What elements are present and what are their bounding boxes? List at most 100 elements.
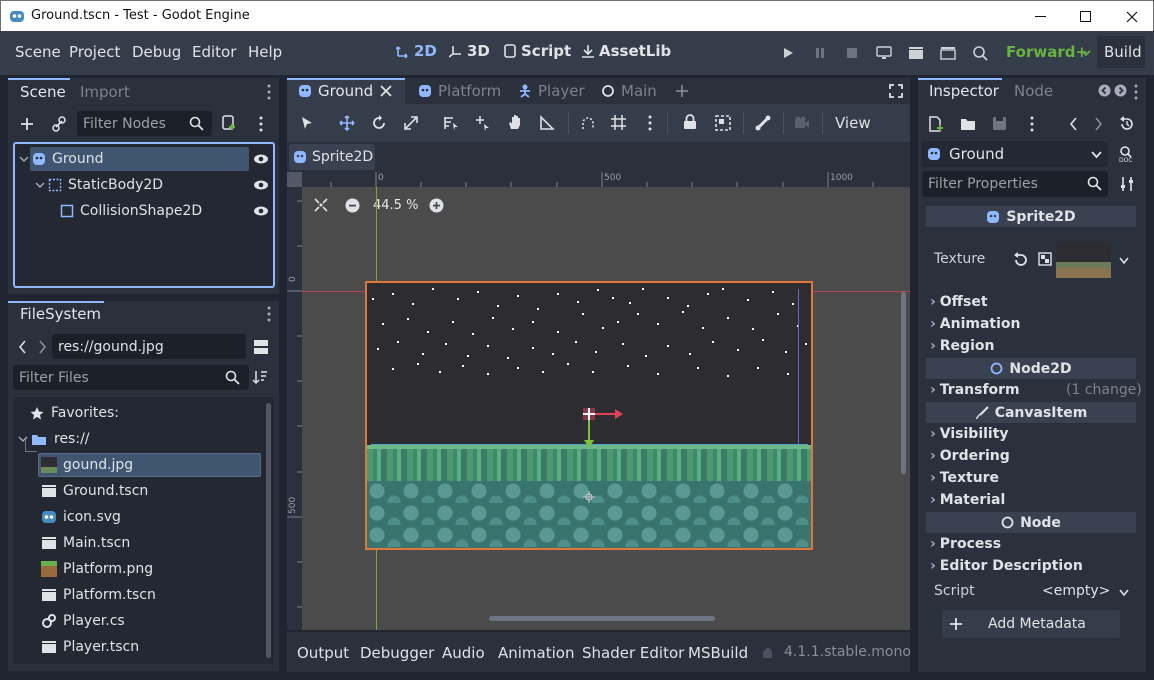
move-gizmo[interactable] bbox=[577, 402, 627, 452]
tree-node-ground[interactable]: Ground bbox=[15, 147, 273, 171]
group-offset[interactable]: Offset bbox=[930, 294, 988, 310]
camera-override-icon[interactable] bbox=[794, 116, 810, 130]
viewport-vscrollbar[interactable] bbox=[901, 292, 906, 474]
ruler-tool-icon[interactable] bbox=[539, 115, 555, 131]
file-item[interactable]: gound.jpg bbox=[13, 453, 133, 477]
favorites-row[interactable]: Favorites: bbox=[13, 401, 263, 425]
menu-scene[interactable]: Scene bbox=[15, 43, 61, 61]
object-selector[interactable]: Ground bbox=[922, 141, 1108, 167]
group-editor-description[interactable]: Editor Description bbox=[930, 558, 1083, 574]
file-item[interactable]: Player.cs bbox=[13, 609, 125, 633]
file-item[interactable]: Platform.tscn bbox=[13, 583, 156, 607]
filter-properties-input[interactable]: Filter Properties bbox=[922, 171, 1108, 197]
bottom-tab-animation[interactable]: Animation bbox=[498, 644, 574, 662]
tree-node-staticbody2d[interactable]: StaticBody2D bbox=[15, 173, 273, 197]
add-metadata-button[interactable]: Add Metadata bbox=[942, 610, 1120, 638]
zoom-out-icon[interactable] bbox=[345, 198, 360, 213]
tab-node[interactable]: Node bbox=[1014, 82, 1053, 100]
resource-menu-icon[interactable] bbox=[1030, 116, 1034, 132]
open-folder-icon[interactable] bbox=[960, 117, 976, 131]
visibility-eye-icon[interactable] bbox=[253, 205, 269, 217]
add-scene-tab-icon[interactable] bbox=[675, 84, 689, 98]
bottom-tab-audio[interactable]: Audio bbox=[442, 644, 485, 662]
file-list-scrollbar[interactable] bbox=[266, 403, 271, 658]
new-resource-icon[interactable] bbox=[928, 116, 944, 132]
tab-import[interactable]: Import bbox=[80, 83, 130, 101]
center-view-icon[interactable] bbox=[314, 198, 328, 212]
build-button[interactable]: Build bbox=[1104, 43, 1142, 61]
scene-tab-ground[interactable]: Ground bbox=[298, 82, 373, 100]
file-item[interactable]: icon.svg bbox=[13, 505, 121, 529]
file-item[interactable]: Ground.tscn bbox=[13, 479, 148, 503]
distraction-free-icon[interactable] bbox=[889, 84, 903, 98]
pause-button[interactable] bbox=[809, 43, 831, 63]
file-item[interactable]: Main.tscn bbox=[13, 531, 130, 555]
group-icon[interactable] bbox=[715, 115, 731, 131]
scene-tab-platform[interactable]: Platform bbox=[418, 82, 501, 100]
menu-editor[interactable]: Editor bbox=[192, 43, 236, 61]
script-value[interactable]: <empty> bbox=[1042, 583, 1110, 599]
chevron-down-icon[interactable] bbox=[1119, 589, 1129, 597]
pan-hand-icon[interactable] bbox=[507, 114, 523, 131]
bottom-tab-debugger[interactable]: Debugger bbox=[360, 644, 434, 662]
play-custom-scene-button[interactable] bbox=[937, 43, 959, 63]
rotate-tool-icon[interactable] bbox=[371, 115, 387, 131]
remote-debug-button[interactable] bbox=[873, 43, 895, 63]
play-scene-button[interactable] bbox=[905, 43, 927, 63]
visibility-eye-icon[interactable] bbox=[253, 153, 269, 165]
canvas-viewport[interactable]: 0 500 1000 0 500 44.5 % bbox=[287, 172, 910, 630]
group-transform[interactable]: Transform bbox=[930, 382, 1020, 398]
close-tab-icon[interactable] bbox=[380, 85, 392, 97]
history-forward-icon[interactable] bbox=[1094, 117, 1102, 131]
group-material[interactable]: Material bbox=[930, 492, 1006, 508]
dock-menu-icon[interactable] bbox=[1134, 84, 1138, 100]
bottom-tab-msbuild[interactable]: MSBuild bbox=[688, 644, 748, 662]
zoom-level[interactable]: 44.5 % bbox=[373, 198, 418, 213]
smart-snap-icon[interactable] bbox=[580, 115, 596, 131]
revert-icon[interactable] bbox=[1013, 252, 1028, 267]
play-button[interactable] bbox=[777, 43, 799, 63]
scene-tab-main[interactable]: Main bbox=[601, 82, 657, 100]
update-spinner-icon[interactable] bbox=[760, 646, 774, 660]
ruler-corner[interactable] bbox=[287, 172, 302, 187]
split-view-icon[interactable] bbox=[253, 339, 269, 355]
view-menu-button[interactable]: View bbox=[835, 114, 871, 132]
tab-prev-icon[interactable] bbox=[1098, 84, 1111, 97]
scale-tool-icon[interactable] bbox=[403, 115, 419, 131]
root-folder-row[interactable]: res:// bbox=[13, 427, 263, 451]
texture-preview[interactable] bbox=[1056, 243, 1111, 278]
history-back-icon[interactable] bbox=[1070, 117, 1078, 131]
group-animation[interactable]: Animation bbox=[930, 316, 1021, 332]
save-icon[interactable] bbox=[992, 116, 1007, 131]
property-options-icon[interactable] bbox=[1119, 176, 1135, 192]
tab-inspector[interactable]: Inspector bbox=[929, 82, 999, 100]
bottom-tab-output[interactable]: Output bbox=[297, 644, 349, 662]
mode-3d-button[interactable]: 3D bbox=[449, 42, 490, 60]
back-arrow-icon[interactable] bbox=[19, 340, 27, 354]
pivot-tool-icon[interactable] bbox=[475, 115, 491, 131]
close-window-button[interactable] bbox=[1109, 1, 1154, 32]
file-item[interactable]: Player.tscn bbox=[13, 635, 139, 659]
tab-scene[interactable]: Scene bbox=[20, 83, 66, 101]
menu-debug[interactable]: Debug bbox=[132, 43, 181, 61]
renderer-selector[interactable]: Forward+ bbox=[1006, 43, 1088, 61]
instance-link-icon[interactable] bbox=[51, 116, 67, 132]
attach-script-icon[interactable] bbox=[221, 115, 237, 131]
dock-menu-icon[interactable] bbox=[267, 84, 271, 100]
history-icon[interactable] bbox=[1119, 116, 1135, 132]
filter-files-input[interactable]: Filter Files bbox=[13, 365, 249, 390]
group-region[interactable]: Region bbox=[930, 338, 995, 354]
visibility-eye-icon[interactable] bbox=[253, 179, 269, 191]
viewport-hscrollbar[interactable] bbox=[489, 616, 715, 621]
mode-assetlib-button[interactable]: AssetLib bbox=[581, 42, 671, 60]
minimize-button[interactable] bbox=[1018, 1, 1064, 32]
movie-maker-button[interactable] bbox=[969, 43, 991, 63]
group-ordering[interactable]: Ordering bbox=[930, 448, 1010, 464]
menu-project[interactable]: Project bbox=[69, 43, 120, 61]
group-process[interactable]: Process bbox=[930, 536, 1001, 552]
mode-script-button[interactable]: Script bbox=[503, 42, 571, 60]
menu-help[interactable]: Help bbox=[248, 43, 282, 61]
tab-next-icon[interactable] bbox=[1114, 84, 1127, 97]
tab-filesystem[interactable]: FileSystem bbox=[20, 305, 101, 323]
tree-node-collisionshape2d[interactable]: CollisionShape2D bbox=[15, 199, 273, 223]
